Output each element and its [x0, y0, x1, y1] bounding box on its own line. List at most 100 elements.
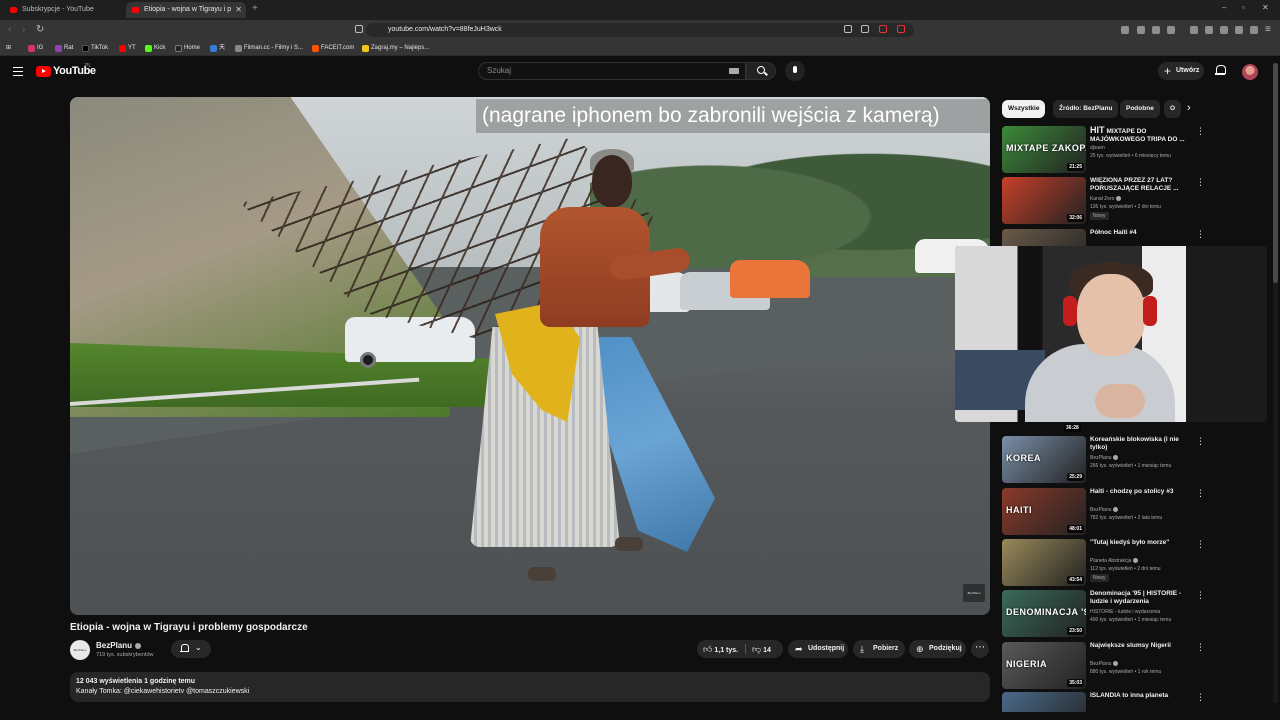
create-button[interactable]: + Utwórz: [1158, 62, 1204, 80]
recommendation-title[interactable]: "Tutaj kiedyś było morze": [1090, 539, 1194, 547]
download-icon[interactable]: [1235, 26, 1243, 34]
address-bar[interactable]: youtube.com/watch?v=88feJuH3wck: [366, 23, 914, 37]
bookmark-page-icon[interactable]: [355, 25, 363, 33]
page-scrollbar-thumb[interactable]: [1273, 63, 1278, 283]
recommendation-title[interactable]: Denominacja '95 | HISTORIE - ludzie i wy…: [1090, 590, 1194, 606]
more-options-icon[interactable]: ⋮: [1196, 229, 1205, 240]
sidebar-icon[interactable]: [1205, 26, 1213, 34]
recommendation-title[interactable]: Koreańskie blokowiska (i nie tylko): [1090, 436, 1194, 452]
browser-tab-subscriptions[interactable]: Subskrypcje - YouTube: [4, 2, 122, 18]
channel-name[interactable]: BezPlanu: [96, 641, 142, 650]
download-button[interactable]: ⤓ Pobierz: [853, 640, 905, 658]
recommendation-item[interactable]: DENOMINACJA '95 23:50 Denominacja '95 | HI…: [1002, 590, 1207, 638]
chip-source[interactable]: Źródło: BezPlanu: [1053, 100, 1119, 118]
video-thumbnail[interactable]: [1002, 692, 1086, 712]
chevron-right-icon[interactable]: ›: [1187, 102, 1191, 114]
new-tab-button[interactable]: +: [252, 3, 258, 14]
recommendation-title[interactable]: Haiti - chodzę po stolicy #3: [1090, 488, 1194, 496]
bookmark-chinese[interactable]: 天: [210, 42, 225, 54]
bookmark-faceit[interactable]: FACEIT.com: [312, 42, 354, 54]
recommendation-item[interactable]: HAITI 48:01 Haiti - chodzę po stolicy #3 Be…: [1002, 488, 1207, 536]
more-options-icon[interactable]: ⋮: [1196, 590, 1205, 601]
close-tab-icon[interactable]: ✕: [235, 2, 242, 18]
minimize-window-icon[interactable]: –: [1222, 3, 1226, 12]
vpn-icon[interactable]: [1250, 26, 1258, 34]
recommendation-item[interactable]: 32:06 WIĘZIONA PRZEZ 27 LAT? PORUSZAJĄCE …: [1002, 177, 1207, 225]
recommendation-item[interactable]: KOREA 25:29 Koreańskie blokowiska (i nie t…: [1002, 436, 1207, 484]
video-thumbnail[interactable]: HAITI 48:01: [1002, 488, 1086, 535]
voice-search-icon[interactable]: [785, 61, 805, 81]
cast-icon[interactable]: [844, 25, 852, 33]
dislike-button[interactable]: 👎︎ 14: [752, 640, 771, 660]
bookmark-ig[interactable]: IG: [28, 42, 43, 54]
chip-all[interactable]: Wszystkie: [1002, 100, 1046, 118]
recommendation-channel[interactable]: BezPlanu: [1090, 661, 1119, 667]
more-options-icon[interactable]: ⋮: [1196, 692, 1205, 703]
more-options-icon[interactable]: ⋮: [1196, 177, 1205, 188]
recommendation-channel[interactable]: Planeta Abstrakcja: [1090, 558, 1139, 564]
recommendation-item[interactable]: NIGERIA 35:03 Największe slumsy Nigerii Bez…: [1002, 642, 1207, 690]
extension-icon[interactable]: [1167, 26, 1175, 34]
bookmark-tiktok[interactable]: TikTok: [82, 42, 108, 54]
video-thumbnail[interactable]: 43:54: [1002, 539, 1086, 586]
recommendation-channel[interactable]: djsuen: [1090, 145, 1105, 151]
more-options-icon[interactable]: ⋮: [1196, 539, 1205, 550]
music-icon[interactable]: [1190, 26, 1198, 34]
apps-grid-icon[interactable]: ⊞: [6, 42, 11, 54]
video-thumbnail[interactable]: MIXTAPE ZAKOPANE 21:25: [1002, 126, 1086, 173]
chip-more[interactable]: O: [1164, 100, 1182, 118]
extension-icon[interactable]: [1137, 26, 1145, 34]
bookmark-yt[interactable]: YT: [119, 42, 136, 54]
more-options-icon[interactable]: ⋮: [1196, 126, 1205, 137]
recommendation-channel[interactable]: BezPlanu: [1090, 455, 1119, 461]
more-actions-icon[interactable]: ⋯: [971, 640, 989, 658]
extension-icon[interactable]: [1152, 26, 1160, 34]
video-thumbnail[interactable]: KOREA 25:29: [1002, 436, 1086, 483]
menu-icon[interactable]: ≡: [1265, 24, 1271, 35]
recommendation-title[interactable]: WIĘZIONA PRZEZ 27 LAT? PORUSZAJĄCE RELAC…: [1090, 177, 1194, 193]
more-options-icon[interactable]: ⋮: [1196, 436, 1205, 447]
recommendation-title[interactable]: Największe slumsy Nigerii: [1090, 642, 1194, 650]
bookmark-filman[interactable]: Filman.cc - Filmy i S...: [235, 42, 303, 54]
forward-icon[interactable]: ›: [22, 24, 25, 35]
bookmark-kick[interactable]: Kick: [145, 42, 165, 54]
subscription-bell-button[interactable]: ⌄: [171, 640, 211, 658]
recommendation-title[interactable]: ISLANDIA to inna planeta: [1090, 692, 1194, 700]
chip-similar[interactable]: Podobne: [1120, 100, 1160, 118]
bookmark-rat[interactable]: Rat: [55, 42, 73, 54]
channel-watermark[interactable]: BezPlanu: [963, 584, 985, 602]
youtube-logo-icon[interactable]: [36, 66, 51, 77]
video-player[interactable]: (nagrane iphonem bo zabronili wejścia z …: [70, 97, 990, 615]
brave-shield-icon[interactable]: [879, 25, 887, 33]
maximize-window-icon[interactable]: ▫: [1242, 3, 1245, 12]
more-options-icon[interactable]: ⋮: [1196, 488, 1205, 499]
wallet-icon[interactable]: [1220, 26, 1228, 34]
share-button[interactable]: ➦ Udostępnij: [788, 640, 848, 658]
thanks-button[interactable]: ⊕ Podziękuj: [909, 640, 966, 658]
recommendation-title[interactable]: HIT MIXTAPE DO MAJÓWKOWEGO TRIPA DO ...: [1090, 126, 1194, 143]
description-box[interactable]: 12 043 wyświetlenia 1 godzinę temu Kanał…: [70, 672, 990, 702]
bookmark-home[interactable]: Home: [175, 42, 200, 54]
browser-tab-current[interactable]: Etiopia - wojna w Tigrayu i p ✕: [126, 2, 246, 18]
hamburger-menu-icon[interactable]: [13, 67, 23, 76]
close-window-icon[interactable]: ✕: [1262, 3, 1269, 12]
like-button[interactable]: 👍︎ 1,1 tys.: [703, 640, 738, 660]
more-options-icon[interactable]: ⋮: [1196, 642, 1205, 653]
extension-icon[interactable]: [1121, 26, 1129, 34]
notifications-bell-icon[interactable]: [1215, 65, 1226, 76]
video-thumbnail[interactable]: NIGERIA 35:03: [1002, 642, 1086, 689]
recommendation-item[interactable]: ISLANDIA to inna planeta ⋮: [1002, 692, 1207, 712]
recommendation-channel[interactable]: Kanał Zero: [1090, 196, 1122, 202]
back-icon[interactable]: ‹: [8, 24, 11, 35]
account-avatar[interactable]: [1242, 64, 1258, 80]
extension-badge-icon[interactable]: [897, 25, 905, 33]
bookmark-zagraj[interactable]: Zagraj.my – Najleps...: [362, 42, 429, 54]
search-button[interactable]: [746, 62, 776, 80]
keyboard-icon[interactable]: [729, 68, 739, 74]
share-page-icon[interactable]: [861, 25, 869, 33]
recommendation-title[interactable]: Północ Haiti #4: [1090, 229, 1194, 237]
search-input[interactable]: Szukaj: [478, 62, 746, 80]
reload-icon[interactable]: ↻: [36, 24, 44, 35]
recommendation-channel[interactable]: BezPlanu: [1090, 507, 1119, 513]
channel-avatar[interactable]: BezPlanu: [70, 640, 90, 660]
